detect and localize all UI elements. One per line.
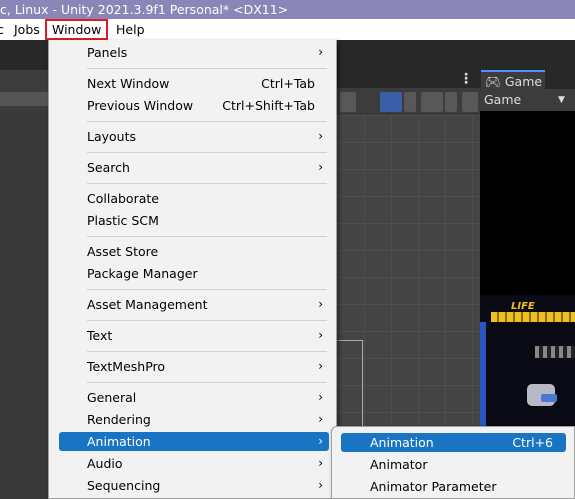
left-panel	[0, 111, 50, 499]
menu-item-audio[interactable]: Audio ›	[59, 454, 329, 473]
menu-separator	[87, 152, 327, 153]
menu-item-label: Panels	[87, 45, 128, 60]
menu-separator	[87, 320, 327, 321]
menu-separator	[87, 236, 327, 237]
menu-separator	[87, 68, 327, 69]
menu-item-plastic-scm[interactable]: Plastic SCM	[59, 211, 329, 230]
menu-item-label: Next Window	[87, 76, 170, 91]
menu-window[interactable]: Window	[45, 19, 109, 40]
game-display-label: Game	[484, 92, 522, 107]
animation-submenu: Animation Ctrl+6 Animator Animator Param…	[331, 426, 575, 499]
chevron-down-icon[interactable]	[404, 92, 416, 112]
menu-clipped-item[interactable]: c	[0, 19, 4, 40]
more-options-icon[interactable]: ⋮	[459, 71, 473, 87]
menu-item-label: Asset Management	[87, 297, 208, 312]
submenu-arrow-icon: ›	[318, 412, 323, 426]
menu-item-textmeshpro[interactable]: TextMeshPro ›	[59, 357, 329, 376]
left-panel-search[interactable]	[0, 92, 50, 106]
menu-item-asset-management[interactable]: Asset Management ›	[59, 295, 329, 314]
menu-item-label: General	[87, 390, 137, 405]
submenu-arrow-icon: ›	[318, 478, 323, 492]
submenu-arrow-icon: ›	[318, 328, 323, 342]
menu-jobs[interactable]: Jobs	[14, 19, 40, 40]
menu-separator	[87, 382, 327, 383]
menu-separator	[87, 121, 327, 122]
menu-separator	[87, 351, 327, 352]
menu-item-label: Sequencing	[87, 478, 161, 493]
menu-item-layouts[interactable]: Layouts ›	[59, 127, 329, 146]
menu-separator	[87, 289, 327, 290]
submenu-arrow-icon: ›	[318, 390, 323, 404]
submenu-item-animation[interactable]: Animation Ctrl+6	[341, 433, 566, 452]
life-bar	[491, 312, 575, 322]
submenu-arrow-icon: ›	[318, 129, 323, 143]
menu-item-label: TextMeshPro	[87, 359, 166, 374]
menu-item-label: Plastic SCM	[87, 213, 159, 228]
left-panel-toolbar	[0, 70, 50, 111]
menu-item-rendering[interactable]: Rendering ›	[59, 410, 329, 429]
tab-game[interactable]: 🎮︎ Game	[481, 70, 545, 89]
chevron-down-icon: ▼	[558, 95, 565, 105]
window-menu: Panels › Next Window Ctrl+Tab Previous W…	[48, 40, 337, 499]
gamepad-icon: 🎮︎	[485, 74, 501, 89]
menu-item-animation[interactable]: Animation ›	[59, 432, 329, 451]
menu-item-text[interactable]: Text ›	[59, 326, 329, 345]
menu-item-collaborate[interactable]: Collaborate	[59, 189, 329, 208]
menu-item-shortcut: Ctrl+Shift+Tab	[222, 98, 315, 113]
menu-item-sequencing[interactable]: Sequencing ›	[59, 476, 329, 495]
submenu-arrow-icon: ›	[318, 359, 323, 373]
menu-item-general[interactable]: General ›	[59, 388, 329, 407]
submenu-arrow-icon: ›	[318, 434, 323, 448]
menu-item-previous-window[interactable]: Previous Window Ctrl+Shift+Tab	[59, 96, 329, 115]
menu-item-panels[interactable]: Panels ›	[59, 43, 329, 62]
tab-game-label: Game	[504, 74, 543, 89]
submenu-item-animator-parameter[interactable]: Animator Parameter	[341, 477, 566, 496]
menu-item-package-manager[interactable]: Package Manager	[59, 264, 329, 283]
menu-item-label: Previous Window	[87, 98, 194, 113]
submenu-item-animator[interactable]: Animator	[341, 455, 566, 474]
scene-tool-button[interactable]	[462, 92, 478, 112]
submenu-arrow-icon: ›	[318, 456, 323, 470]
menu-item-label: Search	[87, 160, 130, 175]
menu-item-next-window[interactable]: Next Window Ctrl+Tab	[59, 74, 329, 93]
menu-item-label: Animator	[370, 457, 428, 472]
menu-item-label: Layouts	[87, 129, 137, 144]
game-character-part	[541, 394, 557, 402]
life-label: LIFE	[511, 301, 535, 312]
grid-snap-icon[interactable]	[380, 92, 402, 112]
menu-separator	[87, 183, 327, 184]
menu-item-label: Asset Store	[87, 244, 159, 259]
scene-dropdown-button[interactable]	[340, 92, 356, 112]
submenu-arrow-icon: ›	[318, 45, 323, 59]
menu-item-label: Audio	[87, 456, 123, 471]
menu-item-label: Collaborate	[87, 191, 159, 206]
menu-bar: c Jobs Window Help	[0, 19, 575, 40]
menu-item-label: Package Manager	[87, 266, 198, 281]
chevron-down-icon[interactable]	[445, 92, 457, 112]
game-spikes	[535, 346, 575, 358]
menu-item-label: Text	[87, 328, 113, 343]
window-title: c, Linux - Unity 2021.3.9f1 Personal* <D…	[0, 2, 289, 17]
menu-item-shortcut: Ctrl+6	[512, 435, 553, 450]
submenu-arrow-icon: ›	[318, 297, 323, 311]
window-title-bar: c, Linux - Unity 2021.3.9f1 Personal* <D…	[0, 0, 575, 19]
menu-item-label: Animator Parameter	[370, 479, 497, 494]
menu-item-search[interactable]: Search ›	[59, 158, 329, 177]
submenu-arrow-icon: ›	[318, 160, 323, 174]
menu-item-asset-store[interactable]: Asset Store	[59, 242, 329, 261]
menu-item-label: Rendering	[87, 412, 151, 427]
game-display-dropdown[interactable]: Game ▼	[480, 89, 575, 111]
menu-item-shortcut: Ctrl+Tab	[261, 76, 315, 91]
menu-help[interactable]: Help	[116, 19, 145, 40]
menu-item-label: Animation	[370, 435, 434, 450]
grid-icon[interactable]	[421, 92, 443, 112]
menu-item-label: Animation	[87, 434, 151, 449]
